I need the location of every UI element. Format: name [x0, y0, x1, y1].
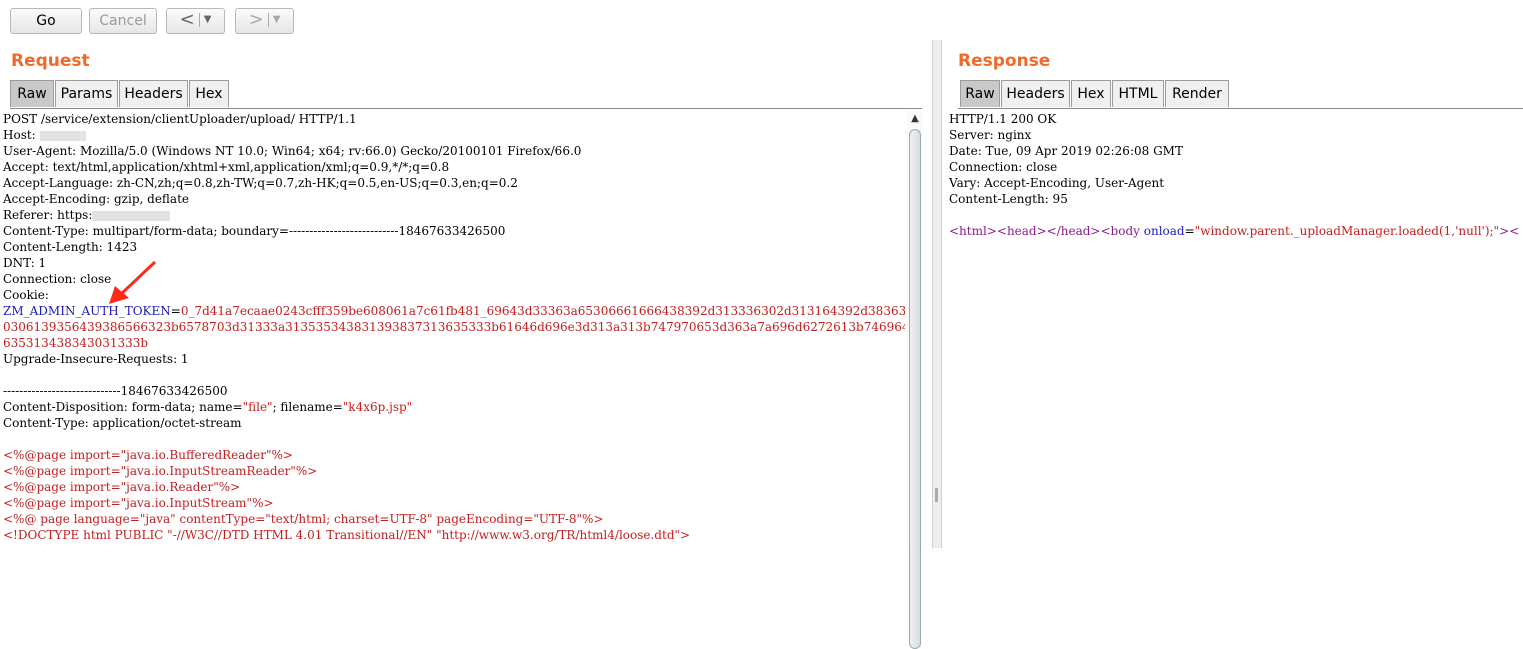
- back-arrow-icon: <: [179, 9, 195, 30]
- header-line: Accept-Language: zh-CN,zh;q=0.8,zh-TW;q=…: [3, 176, 518, 190]
- tab-headers[interactable]: Headers: [119, 80, 188, 107]
- tab-headers[interactable]: Headers: [1001, 80, 1070, 107]
- cookie-value: 0_7d41a7ecaae0243cfff359be608061a7c61fb4…: [180, 304, 905, 318]
- forward-arrow-icon: >: [248, 9, 264, 30]
- onload-attr: onload: [1143, 224, 1185, 238]
- header-line: Vary: Accept-Encoding, User-Agent: [949, 176, 1165, 190]
- tab-raw[interactable]: Raw: [10, 80, 54, 107]
- html-tag: <html>: [949, 224, 997, 238]
- onload-value: "window.parent._uploadManager.loaded(1,'…: [1194, 224, 1500, 238]
- head-tag: <head>: [996, 224, 1047, 238]
- request-line: POST /service/extension/clientUploader/u…: [3, 112, 357, 126]
- header-line: Accept: text/html,application/xhtml+xml,…: [3, 160, 450, 174]
- cancel-button[interactable]: Cancel: [89, 8, 157, 34]
- disposition-name: "file": [242, 400, 273, 414]
- header-line: Content-Type: application/octet-stream: [3, 416, 242, 430]
- jsp-line: <%@ page language="java" contentType="te…: [3, 512, 604, 526]
- referer-line: Referer: https:: [3, 207, 905, 223]
- scroll-thumb[interactable]: [909, 129, 921, 649]
- tab-raw[interactable]: Raw: [960, 80, 1000, 107]
- header-line: Upgrade-Insecure-Requests: 1: [3, 352, 189, 366]
- boundary-line: -----------------------------18467633426…: [3, 384, 228, 398]
- tab-html[interactable]: HTML: [1112, 80, 1164, 107]
- status-line: HTTP/1.1 200 OK: [949, 112, 1057, 126]
- jsp-line: <!DOCTYPE html PUBLIC "-//W3C//DTD HTML …: [3, 528, 691, 542]
- header-line: Server: nginx: [949, 128, 1032, 142]
- response-editor[interactable]: HTTP/1.1 200 OK Server: nginx Date: Tue,…: [949, 111, 1523, 548]
- jsp-line: <%@page import="java.io.Reader"%>: [3, 480, 241, 494]
- red-arrow-annotation: [109, 260, 157, 304]
- header-line: Content-Length: 95: [949, 192, 1068, 206]
- referer-label: Referer: https:: [3, 208, 93, 222]
- response-title: Response: [958, 51, 1051, 71]
- attr-equals: =: [1184, 224, 1195, 238]
- divider-grip-icon[interactable]: [935, 488, 938, 502]
- header-line: User-Agent: Mozilla/5.0 (Windows NT 10.0…: [3, 144, 582, 158]
- scroll-up-icon[interactable]: ▲: [907, 111, 923, 127]
- cookie-equals: =: [170, 304, 181, 318]
- content-disposition-line: Content-Disposition: form-data; name="fi…: [3, 399, 905, 415]
- html-body-line: <html><head></head><body onload="window.…: [949, 223, 1523, 239]
- redacted-host: [39, 130, 86, 141]
- request-scrollbar[interactable]: ▲: [907, 111, 923, 649]
- response-tabs: Raw Headers Hex HTML Render: [958, 80, 1523, 109]
- header-line: Accept-Encoding: gzip, deflate: [3, 192, 190, 206]
- request-title: Request: [11, 51, 90, 71]
- body-tag: <body: [1100, 224, 1144, 238]
- back-dropdown-icon[interactable]: ▼: [204, 14, 212, 25]
- request-host-line: Host:: [3, 127, 905, 143]
- tab-hex[interactable]: Hex: [1071, 80, 1111, 107]
- disposition-filename: "k4x6p.jsp": [342, 400, 413, 414]
- forward-button[interactable]: > ▼: [235, 8, 294, 34]
- tab-params[interactable]: Params: [55, 80, 118, 107]
- tag-close: ><: [1499, 224, 1520, 238]
- header-line: Content-Length: 1423: [3, 240, 138, 254]
- forward-dropdown-icon[interactable]: ▼: [273, 14, 281, 25]
- jsp-line: <%@page import="java.io.InputStream"%>: [3, 496, 274, 510]
- header-line: Connection: close: [949, 160, 1058, 174]
- toolbar: Go Cancel < ▼ > ▼: [0, 0, 1523, 40]
- cookie-value-cont: 0306139356439386566323b6578703d31333a313…: [3, 320, 905, 334]
- tab-render[interactable]: Render: [1165, 80, 1229, 107]
- host-label: Host:: [3, 128, 40, 142]
- request-tabs: Raw Params Headers Hex: [10, 80, 922, 109]
- request-editor[interactable]: POST /service/extension/clientUploader/u…: [3, 111, 905, 548]
- back-button[interactable]: < ▼: [166, 8, 225, 34]
- disposition-text: Content-Disposition: form-data; name=: [3, 400, 243, 414]
- jsp-line: <%@page import="java.io.InputStreamReade…: [3, 464, 318, 478]
- head-close-tag: </head>: [1046, 224, 1101, 238]
- tab-hex[interactable]: Hex: [189, 80, 229, 107]
- header-line: Content-Type: multipart/form-data; bound…: [3, 224, 506, 238]
- header-line: Date: Tue, 09 Apr 2019 02:26:08 GMT: [949, 144, 1183, 158]
- go-button[interactable]: Go: [10, 8, 82, 34]
- cookie-value-cont: 635313438343031333b: [3, 336, 149, 350]
- redacted-referer: [92, 210, 171, 221]
- pane-divider[interactable]: [932, 40, 942, 548]
- jsp-line: <%@page import="java.io.BufferedReader"%…: [3, 448, 293, 462]
- disposition-mid: ; filename=: [272, 400, 343, 414]
